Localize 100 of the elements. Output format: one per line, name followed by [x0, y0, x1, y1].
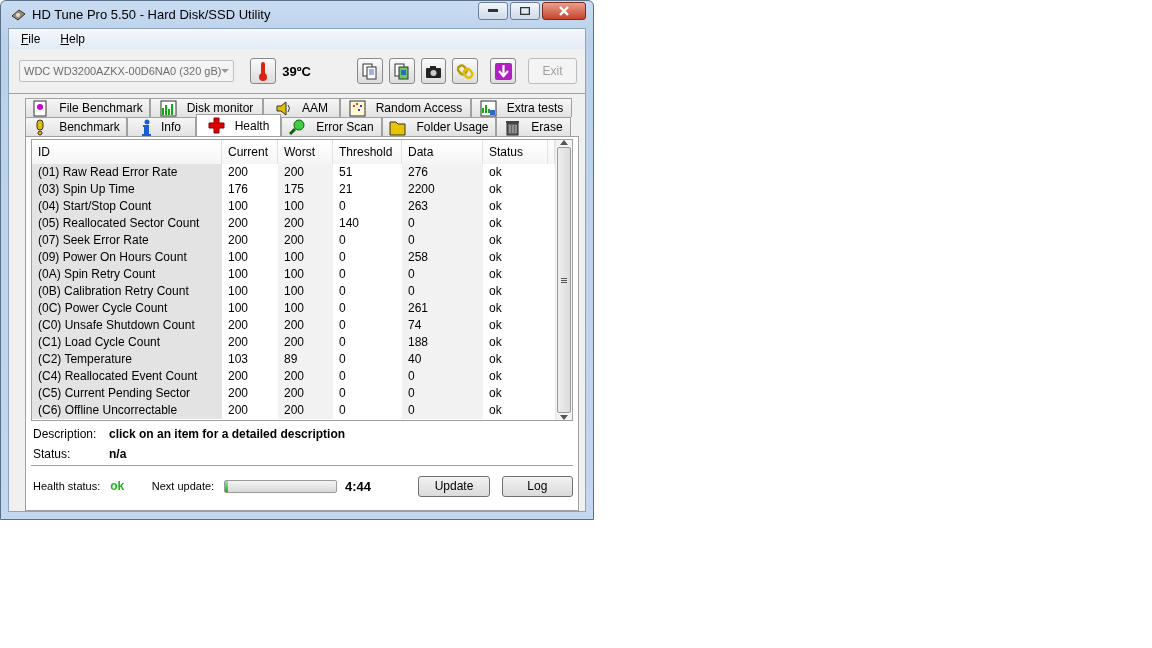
table-cell-text: ok — [488, 232, 503, 249]
tab[interactable]: Random Access — [340, 98, 471, 117]
restore-icon — [520, 7, 530, 15]
table-cell: 200 — [278, 402, 333, 419]
table-cell: 200 — [278, 334, 333, 351]
table-cell: 0 — [402, 385, 483, 402]
table-cell-text: ok — [488, 164, 503, 181]
table-cell: 276 — [402, 164, 483, 181]
table-cell-text: 100 — [227, 266, 250, 283]
column-header[interactable]: Worst — [278, 140, 333, 164]
table-cell-text: 100 — [227, 198, 250, 215]
scroll-up-icon — [560, 140, 568, 145]
column-header[interactable]: Status — [483, 140, 548, 164]
field-label: Status: — [33, 447, 72, 463]
table-cell-text: 0 — [338, 300, 347, 317]
table-cell: 200 — [278, 317, 333, 334]
table-cell-text: 140 — [338, 215, 361, 232]
update-button[interactable]: Update — [418, 475, 490, 497]
table-cell: 2200 — [402, 181, 483, 198]
column-header[interactable]: Threshold — [333, 140, 402, 164]
table-cell: 200 — [278, 385, 333, 402]
temperature-reading: 39ºC — [282, 63, 311, 79]
window-title: HD Tune Pro 5.50 - Hard Disk/SSD Utility — [32, 7, 272, 22]
scroll-thumb[interactable] — [557, 147, 571, 413]
table-cell-text: 200 — [227, 402, 250, 419]
table-cell: 200 — [278, 232, 333, 249]
table-cell: 100 — [278, 249, 333, 266]
table-cell-text: 0 — [338, 317, 347, 334]
table-cell: 0 — [402, 266, 483, 283]
countdown-time: 4:44 — [344, 478, 372, 494]
table-cell: (C6) Offline Uncorrectable — [32, 402, 222, 419]
tab[interactable]: Info — [127, 117, 196, 136]
file-icon — [32, 99, 50, 117]
dropdown-arrow-icon — [221, 69, 230, 73]
tab[interactable]: Extra tests — [471, 98, 572, 117]
tab[interactable]: AAM — [263, 98, 340, 117]
drive-dropdown[interactable]: WDC WD3200AZKX-00D6NA0 (320 gB) — [19, 60, 235, 82]
table-cell-text: ok — [488, 181, 503, 198]
temperature-button[interactable] — [250, 58, 277, 84]
cross-icon — [207, 117, 225, 134]
table-cell: 261 — [402, 300, 483, 317]
table-cell-text: 200 — [227, 317, 250, 334]
minimize-button[interactable] — [478, 2, 508, 20]
menu-item[interactable]: File — [15, 32, 47, 46]
table-cell-text: 176 — [227, 181, 250, 198]
log-button[interactable]: Log — [501, 475, 573, 497]
magnifier-icon — [289, 118, 307, 136]
table-icon — [479, 99, 497, 117]
bar-chart-icon — [159, 99, 177, 117]
table-cell-text: ok — [488, 215, 503, 232]
table-cell-text: 0 — [338, 249, 347, 266]
table-cell-text: 100 — [227, 249, 250, 266]
menu-item[interactable]: Help — [54, 32, 92, 46]
tab[interactable]: Folder Usage — [382, 117, 496, 136]
copy-icon — [393, 62, 411, 80]
table-cell-text: 0 — [338, 266, 347, 283]
table-cell-text: ok — [488, 283, 503, 300]
table-cell-text: 200 — [227, 368, 250, 385]
tab[interactable]: Error Scan — [281, 117, 382, 136]
field-value: click on an item for a detailed description — [109, 427, 347, 443]
tab[interactable]: Health — [196, 114, 281, 136]
tab[interactable]: File Benchmark — [25, 98, 150, 117]
table-cell-text: ok — [488, 385, 503, 402]
next-update-label: Next update: — [151, 480, 215, 492]
table-cell: 200 — [278, 164, 333, 181]
table-cell: 74 — [402, 317, 483, 334]
maximize-button[interactable] — [510, 2, 540, 20]
table-cell-text: ok — [488, 266, 503, 283]
table-cell-text: ok — [488, 368, 503, 385]
field-value: n/a — [109, 447, 128, 463]
tab[interactable]: Erase — [496, 117, 571, 136]
speaker-icon — [275, 99, 292, 117]
column-header[interactable]: ID — [32, 140, 222, 164]
table-cell: 263 — [402, 198, 483, 215]
table-cell: (C0) Unsafe Shutdown Count — [32, 317, 222, 334]
table-cell-text: ok — [488, 402, 503, 419]
column-header[interactable]: Data — [402, 140, 483, 164]
info-icon — [142, 118, 151, 136]
table-cell: (C4) Reallocated Event Count — [32, 368, 222, 385]
table-cell: (04) Start/Stop Count — [32, 198, 222, 215]
table-cell-text: 0 — [338, 283, 347, 300]
table-cell: (05) Reallocated Sector Count — [32, 215, 222, 232]
column-header[interactable]: Current — [222, 140, 278, 164]
thermometer-icon — [258, 61, 269, 81]
table-cell: 0 — [402, 232, 483, 249]
minimize-icon — [488, 9, 498, 13]
table-cell: (C2) Temperature — [32, 351, 222, 368]
header-filler — [548, 140, 555, 164]
toolbar-button[interactable] — [420, 58, 447, 84]
table-cell: (0B) Calibration Retry Count — [32, 283, 222, 300]
table-cell-text: ok — [488, 317, 503, 334]
tab[interactable]: Benchmark — [25, 117, 127, 136]
table-cell: (01) Raw Read Error Rate — [32, 164, 222, 181]
table-cell-text: ok — [488, 198, 503, 215]
table-cell: (C1) Load Cycle Count — [32, 334, 222, 351]
close-button[interactable] — [542, 2, 586, 20]
table-cell: 200 — [278, 215, 333, 232]
scroll-down-icon — [560, 415, 568, 420]
scrollbar[interactable] — [555, 140, 572, 420]
table-cell-text: 200 — [227, 232, 250, 249]
